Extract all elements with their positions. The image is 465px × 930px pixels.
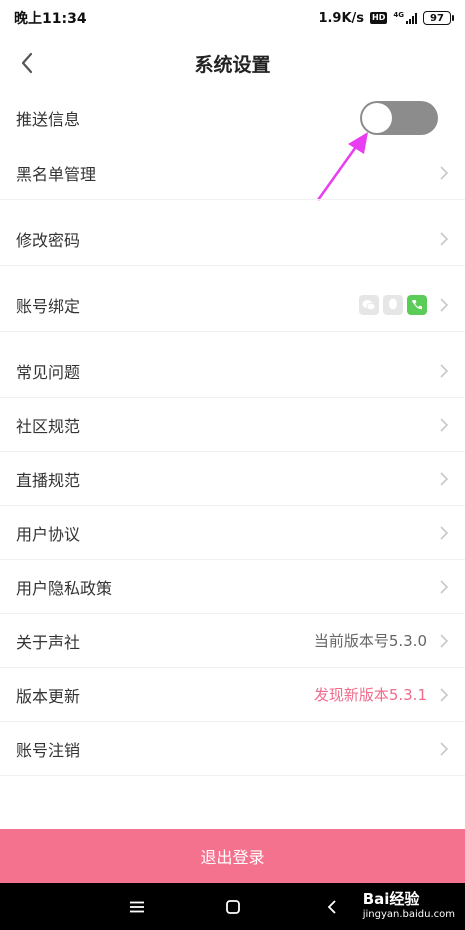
nav-back-button[interactable] (312, 883, 352, 930)
battery-level: 97 (430, 12, 444, 24)
status-time: 晚上11:34 (14, 11, 87, 27)
setting-update-label: 版本更新 (16, 686, 81, 706)
page-title: 系统设置 (194, 53, 271, 76)
setting-agreement[interactable]: 用户协议 (0, 506, 465, 560)
network-speed: 1.9K/s (318, 10, 365, 26)
back-icon (327, 899, 336, 914)
phone-icon (407, 294, 427, 315)
back-button[interactable] (12, 48, 42, 78)
hd-icon: HD (370, 12, 388, 24)
menu-button[interactable] (117, 883, 157, 930)
chevron-right-icon (439, 363, 449, 379)
setting-community-label: 社区规范 (16, 416, 81, 436)
watermark-brand: Bai经验 (362, 890, 420, 908)
setting-account-bind[interactable]: 账号绑定 (0, 278, 465, 332)
chevron-right-icon (439, 633, 449, 649)
chevron-right-icon (439, 231, 449, 247)
chevron-right-icon (439, 741, 449, 757)
new-version-notice: 发现新版本5.3.1 (313, 686, 427, 704)
chevron-right-icon (439, 417, 449, 433)
setting-privacy[interactable]: 用户隐私政策 (0, 560, 465, 614)
wechat-icon (359, 294, 379, 315)
chevron-right-icon (439, 687, 449, 703)
setting-cancel-account[interactable]: 账号注销 (0, 722, 465, 776)
setting-community[interactable]: 社区规范 (0, 398, 465, 452)
chevron-right-icon (439, 579, 449, 595)
logout-button[interactable]: 退出登录 (0, 829, 465, 883)
title-bar: 系统设置 (0, 40, 465, 86)
setting-about-label: 关于声社 (16, 632, 81, 652)
baidu-watermark: Bai经验 jingyan.baidu.com (363, 888, 455, 920)
watermark-url: jingyan.baidu.com (362, 909, 455, 920)
setting-password[interactable]: 修改密码 (0, 212, 465, 266)
status-indicators: 1.9K/s HD 4G 97 (318, 10, 454, 26)
signal-icon: 4G (393, 12, 417, 24)
chevron-right-icon (439, 165, 449, 181)
setting-live[interactable]: 直播规范 (0, 452, 465, 506)
battery-icon: 97 (423, 11, 454, 25)
current-version: 当前版本号5.3.0 (313, 632, 427, 650)
setting-password-label: 修改密码 (16, 230, 81, 250)
chevron-right-icon (439, 525, 449, 541)
menu-icon (130, 901, 144, 912)
bind-icons (359, 294, 427, 315)
status-bar: 晚上11:34 1.9K/s HD 4G 97 (0, 0, 465, 36)
qq-icon (383, 294, 403, 315)
setting-privacy-label: 用户隐私政策 (16, 578, 113, 598)
setting-update[interactable]: 版本更新 发现新版本5.3.1 (0, 668, 465, 722)
home-button[interactable] (213, 883, 253, 930)
setting-cancel-account-label: 账号注销 (16, 740, 81, 760)
setting-faq-label: 常见问题 (16, 362, 81, 382)
chevron-right-icon (439, 297, 449, 313)
chevron-right-icon (439, 471, 449, 487)
setting-live-label: 直播规范 (16, 470, 81, 490)
setting-blacklist-label: 黑名单管理 (16, 164, 97, 184)
setting-account-bind-label: 账号绑定 (16, 296, 81, 316)
setting-agreement-label: 用户协议 (16, 524, 81, 544)
home-icon (226, 899, 240, 914)
network-type: 4G (393, 11, 404, 19)
setting-faq[interactable]: 常见问题 (0, 344, 465, 398)
setting-about[interactable]: 关于声社 当前版本号5.3.0 (0, 614, 465, 668)
setting-blacklist[interactable]: 黑名单管理 (0, 146, 465, 200)
chevron-left-icon (21, 52, 33, 74)
